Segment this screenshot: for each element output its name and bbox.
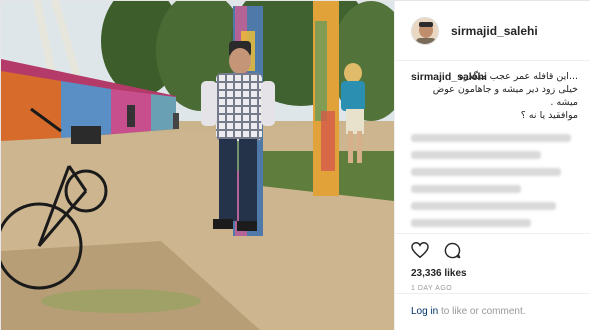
blurred-comment bbox=[411, 151, 541, 159]
comment-icon[interactable] bbox=[443, 241, 461, 259]
post-photo[interactable] bbox=[1, 1, 394, 330]
login-prompt: Log in to like or comment. bbox=[395, 293, 590, 330]
avatar-image bbox=[412, 17, 438, 44]
action-icons bbox=[411, 238, 578, 262]
blurred-comment bbox=[411, 134, 571, 142]
comments-section: sirmajid_salehi ...این قافله عمر عجب میگ… bbox=[395, 61, 590, 233]
heart-icon[interactable] bbox=[411, 241, 429, 259]
blurred-comment bbox=[411, 219, 531, 227]
post-sidebar: sirmajid_salehi sirmajid_salehi ...این ق… bbox=[394, 1, 590, 330]
login-prompt-text: to like or comment. bbox=[438, 306, 526, 317]
blurred-comments bbox=[411, 134, 578, 227]
post-actions: 23,336 likes 1 DAY AGO bbox=[395, 233, 590, 293]
blurred-comment bbox=[411, 185, 521, 193]
likes-count[interactable]: 23,336 likes bbox=[411, 268, 578, 279]
blurred-comment bbox=[411, 202, 556, 210]
avatar[interactable] bbox=[411, 16, 439, 45]
instagram-post: sirmajid_salehi sirmajid_salehi ...این ق… bbox=[0, 0, 590, 330]
header-username[interactable]: sirmajid_salehi bbox=[451, 24, 538, 38]
post-timestamp[interactable]: 1 DAY AGO bbox=[411, 285, 578, 292]
instagram-post-frame: sirmajid_salehi sirmajid_salehi ...این ق… bbox=[0, 0, 590, 330]
post-header: sirmajid_salehi bbox=[395, 1, 590, 61]
post-photo-image bbox=[1, 1, 394, 330]
caption-line: موافقید یا نه ؟ bbox=[520, 110, 578, 121]
login-link[interactable]: Log in bbox=[411, 306, 438, 317]
caption-line: خیلی زود دیر میشه و جاهامون عوض میشه . bbox=[432, 84, 578, 108]
blurred-comment bbox=[411, 168, 561, 176]
